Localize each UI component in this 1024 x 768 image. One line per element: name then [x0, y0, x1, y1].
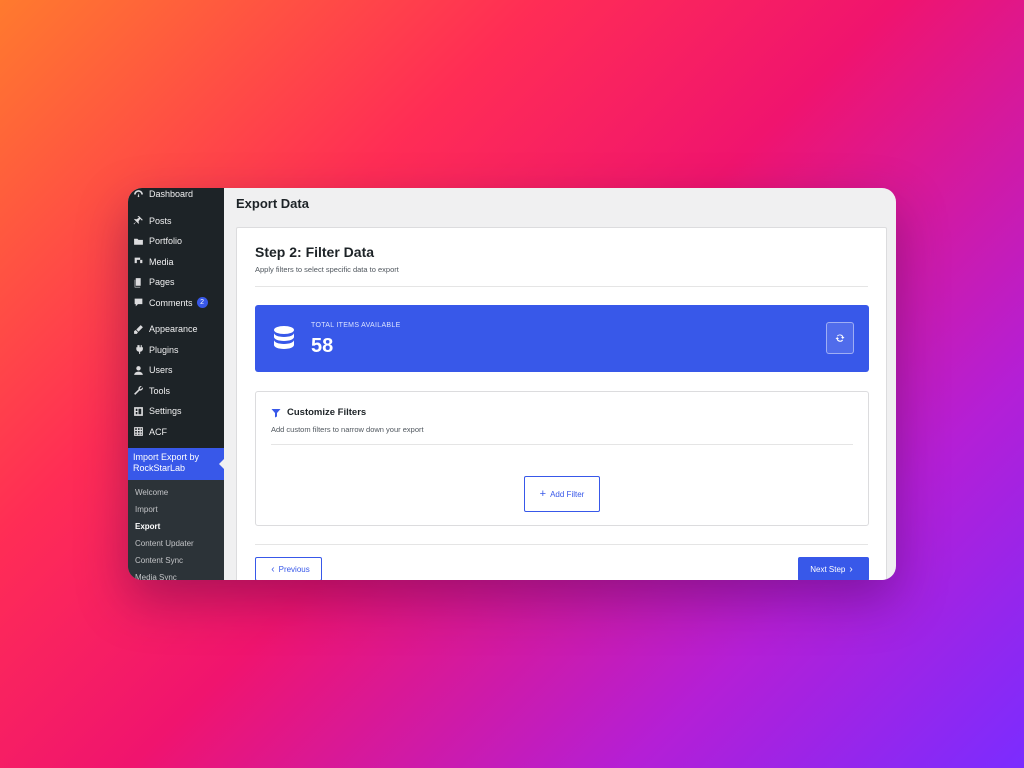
- page-title: Export Data: [236, 196, 309, 211]
- sidebar-item-label: Import Export by RockStarLab: [133, 452, 200, 473]
- filters-subtitle: Add custom filters to narrow down your e…: [271, 425, 424, 434]
- add-filter-label: Add Filter: [550, 489, 585, 499]
- previous-button[interactable]: ‹ Previous: [255, 557, 322, 580]
- brush-icon: [133, 324, 144, 335]
- filters-heading: Customize Filters: [271, 407, 366, 418]
- sidebar-item-label: Tools: [149, 385, 171, 396]
- sidebar-item-acf[interactable]: ACF: [128, 422, 224, 443]
- sidebar-item-users[interactable]: Users: [128, 360, 224, 381]
- sidebar-item-label: Pages: [149, 277, 175, 288]
- media-icon: [133, 256, 144, 267]
- divider: [255, 286, 868, 287]
- sidebar-item-plugins[interactable]: Plugins: [128, 340, 224, 361]
- next-step-button[interactable]: Next Step ›: [798, 557, 869, 580]
- pin-icon: [133, 215, 144, 226]
- sidebar-item-label: Appearance: [149, 324, 198, 335]
- sidebar-item-comments[interactable]: Comments 2: [128, 293, 224, 314]
- sidebar-item-media[interactable]: Media: [128, 252, 224, 273]
- total-items-panel: TOTAL ITEMS AVAILABLE 58: [255, 305, 869, 372]
- divider: [255, 544, 868, 545]
- sidebar-item-label: Plugins: [149, 344, 179, 355]
- main-content: Export Data Step 2: Filter Data Apply fi…: [224, 188, 896, 580]
- sidebar-item-posts[interactable]: Posts: [128, 211, 224, 232]
- submenu-item-import[interactable]: Import: [128, 501, 224, 518]
- filters-title: Customize Filters: [287, 407, 367, 418]
- refresh-button[interactable]: [826, 322, 854, 354]
- add-filter-button[interactable]: + Add Filter: [524, 476, 600, 512]
- folder-icon: [133, 236, 144, 247]
- filter-icon: [271, 408, 281, 417]
- sidebar-item-label: Posts: [149, 215, 172, 226]
- comments-count-badge: 2: [196, 297, 208, 309]
- next-step-label: Next Step: [810, 564, 846, 574]
- sidebar-item-label: Settings: [149, 406, 182, 417]
- sidebar-item-import-export[interactable]: Import Export by RockStarLab: [128, 448, 224, 480]
- grid-icon: [133, 426, 144, 437]
- wrench-icon: [133, 385, 144, 396]
- total-items-label: TOTAL ITEMS AVAILABLE: [311, 322, 401, 329]
- sidebar-item-label: Dashboard: [149, 189, 194, 200]
- total-items-value: 58: [311, 335, 334, 357]
- plus-icon: +: [539, 488, 547, 500]
- settings-icon: [133, 406, 144, 417]
- user-icon: [133, 365, 144, 376]
- chevron-right-icon: ›: [849, 563, 853, 575]
- sidebar-item-label: Users: [149, 365, 173, 376]
- submenu-item-media-sync[interactable]: Media Sync: [128, 569, 224, 580]
- sidebar-item-label: ACF: [149, 426, 167, 437]
- plugin-icon: [133, 344, 144, 355]
- sidebar-item-tools[interactable]: Tools: [128, 381, 224, 402]
- sidebar-item-portfolio[interactable]: Portfolio: [128, 231, 224, 252]
- sidebar-item-dashboard[interactable]: Dashboard: [128, 188, 224, 205]
- submenu-item-content-updater[interactable]: Content Updater: [128, 535, 224, 552]
- step-subtitle: Apply filters to select specific data to…: [255, 265, 399, 274]
- sidebar-item-label: Media: [149, 256, 174, 267]
- sidebar-item-settings[interactable]: Settings: [128, 401, 224, 422]
- sidebar-item-appearance[interactable]: Appearance: [128, 319, 224, 340]
- chevron-left-icon: ‹: [271, 563, 275, 575]
- database-icon: [274, 326, 294, 349]
- submenu-item-content-sync[interactable]: Content Sync: [128, 552, 224, 569]
- dashboard-icon: [133, 189, 144, 200]
- export-card: Step 2: Filter Data Apply filters to sel…: [236, 227, 887, 580]
- previous-label: Previous: [278, 564, 310, 574]
- comment-icon: [133, 297, 144, 308]
- submenu-item-welcome[interactable]: Welcome: [128, 484, 224, 501]
- customize-filters-panel: Customize Filters Add custom filters to …: [255, 391, 869, 526]
- divider: [271, 444, 853, 445]
- sidebar-item-label: Comments: [149, 297, 193, 308]
- plugin-submenu: Welcome Import Export Content Updater Co…: [128, 480, 224, 580]
- sidebar-item-label: Portfolio: [149, 236, 183, 247]
- pages-icon: [133, 277, 144, 288]
- sidebar-item-pages[interactable]: Pages: [128, 272, 224, 293]
- admin-sidebar: Dashboard Posts Portfolio Media Pages Co…: [128, 188, 224, 580]
- browser-window: Dashboard Posts Portfolio Media Pages Co…: [128, 188, 896, 580]
- refresh-icon: [835, 334, 845, 342]
- submenu-item-export[interactable]: Export: [128, 518, 224, 535]
- step-title: Step 2: Filter Data: [255, 244, 375, 260]
